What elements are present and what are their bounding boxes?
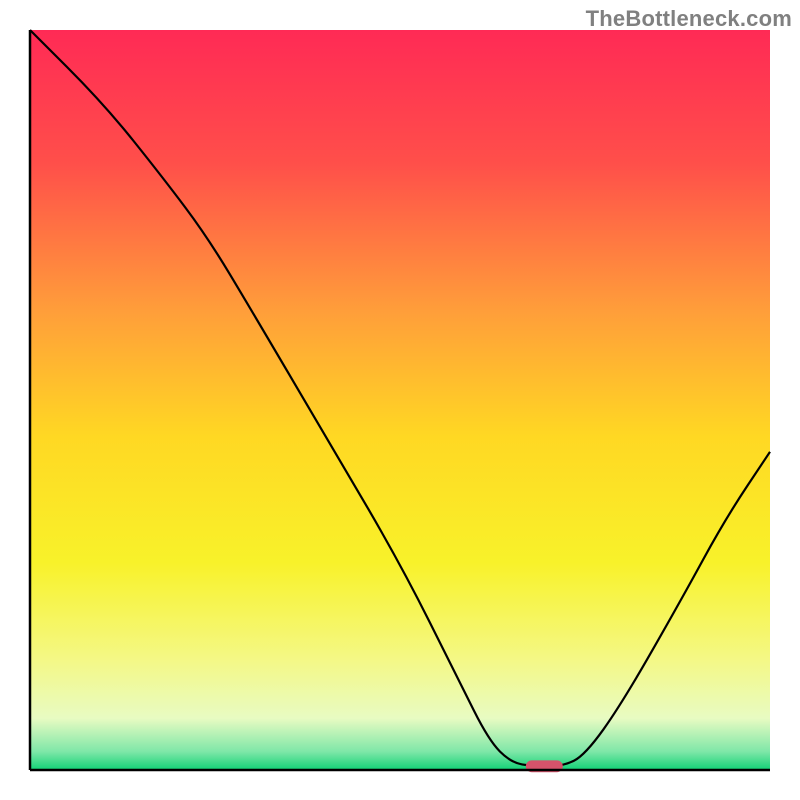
bottleneck-chart (0, 0, 800, 800)
plot-background (30, 30, 770, 770)
plot-area (30, 30, 770, 772)
chart-container: TheBottleneck.com (0, 0, 800, 800)
watermark-text: TheBottleneck.com (586, 6, 792, 32)
